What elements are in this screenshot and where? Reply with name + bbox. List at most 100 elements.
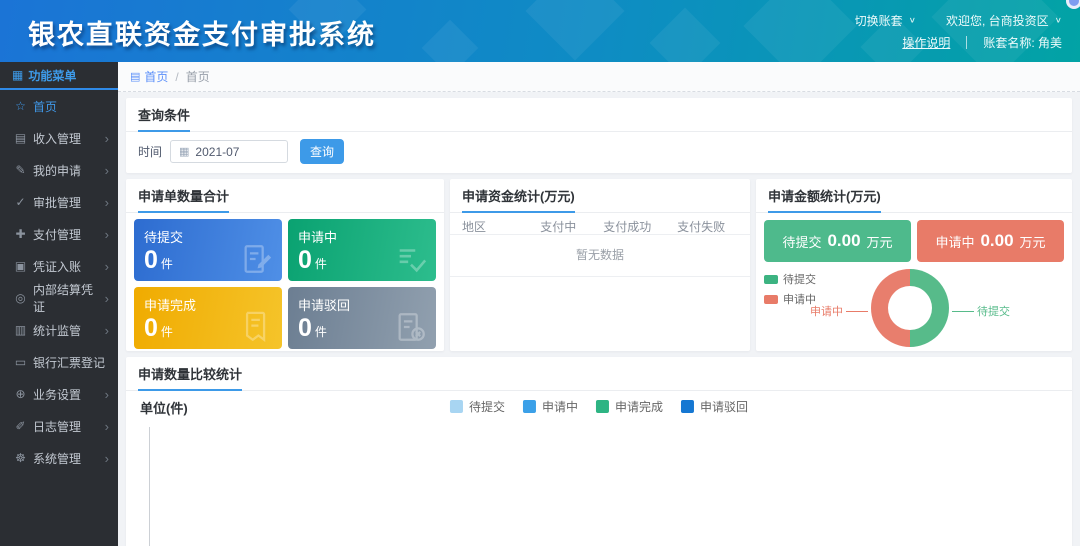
doc-reject-icon <box>394 310 428 344</box>
log-edit-icon: ✐ <box>13 419 28 433</box>
sidebar-item-income[interactable]: ▤ 收入管理 › <box>0 122 118 154</box>
compare-panel-title: 申请数量比较统计 <box>138 364 242 391</box>
payment-cross-icon: ✚ <box>13 227 28 241</box>
search-button[interactable]: 查询 <box>300 139 344 164</box>
chevron-right-icon: › <box>105 324 109 337</box>
chevron-right-icon: › <box>105 196 109 209</box>
column-header: 支付中 <box>526 218 590 235</box>
stat-card-applying: 申请中 0件 <box>288 219 436 281</box>
column-header: 地区 <box>462 218 526 235</box>
app-title: 银农直联资金支付审批系统 <box>28 13 376 52</box>
header-decor-shape <box>743 0 856 62</box>
legend-item-applying[interactable]: 申请中 <box>523 398 578 415</box>
notification-dot[interactable] <box>1066 0 1080 9</box>
legend-item-pending-submit[interactable]: 待提交 <box>450 398 505 415</box>
sidebar-item-voucher-entry[interactable]: ▣ 凭证入账 › <box>0 250 118 282</box>
income-doc-icon: ▤ <box>13 131 28 145</box>
list-check-icon <box>394 242 428 276</box>
label-line <box>846 311 868 312</box>
header-decor-shape <box>526 0 625 60</box>
funds-panel-title: 申请资金统计(万元) <box>462 186 575 213</box>
chevron-right-icon: › <box>105 132 109 145</box>
breadcrumb: ▤ 首页 / 首页 <box>118 62 1080 92</box>
chevron-right-icon: › <box>105 452 109 465</box>
sidebar-item-approval[interactable]: ✓ 审批管理 › <box>0 186 118 218</box>
home-star-icon: ☆ <box>13 99 28 113</box>
legend-swatch <box>523 400 536 413</box>
breadcrumb-separator: / <box>175 70 178 84</box>
sidebar-item-payment[interactable]: ✚ 支付管理 › <box>0 218 118 250</box>
stat-card-rejected: 申请驳回 0件 <box>288 287 436 349</box>
chevron-down-icon: ∨ <box>909 16 916 25</box>
funds-stats-panel: 申请资金统计(万元) 地区 支付中 支付成功 支付失败 暂无数据 <box>450 179 750 351</box>
sidebar: ▦ 功能菜单 ☆ 首页 ▤ 收入管理 › ✎ 我的申请 › ✓ 审批管理 › ✚… <box>0 62 118 546</box>
bar-chart-plot-area <box>149 427 1056 546</box>
internal-settlement-icon: ◎ <box>13 291 28 305</box>
sidebar-item-stats-supervision[interactable]: ▥ 统计监管 › <box>0 314 118 346</box>
donut-label-applying: 申请中 <box>810 303 868 319</box>
time-value: 2021-07 <box>195 145 239 159</box>
business-settings-icon: ⊕ <box>13 387 28 401</box>
empty-data-text: 暂无数据 <box>450 235 750 277</box>
chevron-down-icon: ∨ <box>1055 16 1062 25</box>
legend-swatch <box>596 400 609 413</box>
divider <box>966 36 967 49</box>
voucher-bag-icon: ▣ <box>13 259 28 273</box>
amount-panel-title: 申请金额统计(万元) <box>768 186 881 213</box>
legend-item-completed[interactable]: 申请完成 <box>596 398 663 415</box>
system-gear-icon: ☸ <box>13 451 28 465</box>
label-line <box>952 311 974 312</box>
menu-grid-icon: ▦ <box>12 68 23 82</box>
legend-swatch <box>450 400 463 413</box>
approval-check-icon: ✓ <box>13 195 28 209</box>
main-area: ▤ 首页 / 首页 查询条件 时间 ▦ 2021-07 查询 申请单数量合计 <box>118 62 1080 546</box>
time-label: 时间 <box>138 143 162 160</box>
welcome-user-dropdown[interactable]: 欢迎您, 台商投资区 <box>946 12 1049 29</box>
sidebar-item-home[interactable]: ☆ 首页 <box>0 90 118 122</box>
switch-account-dropdown[interactable]: 切换账套 <box>855 12 903 29</box>
header-decor-shape <box>650 8 721 62</box>
sidebar-item-business-settings[interactable]: ⊕ 业务设置 › <box>0 378 118 410</box>
sidebar-item-internal-settlement[interactable]: ◎ 内部结算凭证 › <box>0 282 118 314</box>
breadcrumb-current: 首页 <box>186 68 210 85</box>
column-header: 支付失败 <box>664 218 738 235</box>
donut-chart-area: 待提交 申请中 申请中 待提交 <box>756 267 1072 367</box>
app-header: 银农直联资金支付审批系统 切换账套 ∨ 欢迎您, 台商投资区 ∨ 操作说明 账套… <box>0 0 1080 62</box>
query-panel: 查询条件 时间 ▦ 2021-07 查询 <box>126 98 1072 173</box>
y-axis-unit-label: 单位(件) <box>140 398 188 417</box>
doc-edit-icon <box>240 242 274 276</box>
bank-draft-card-icon: ▭ <box>13 355 28 369</box>
amount-badge-pending: 待提交 0.00 万元 <box>764 220 911 262</box>
legend-item-rejected[interactable]: 申请驳回 <box>681 398 748 415</box>
chevron-right-icon: › <box>105 164 109 177</box>
amount-stats-panel: 申请金额统计(万元) 待提交 0.00 万元 申请中 0.00 万元 <box>756 179 1072 351</box>
amount-badge-applying: 申请中 0.00 万元 <box>917 220 1064 262</box>
help-link[interactable]: 操作说明 <box>902 34 950 51</box>
breadcrumb-home-link[interactable]: 首页 <box>144 68 168 85</box>
compare-chart-legend: 待提交 申请中 申请完成 申请驳回 <box>450 398 748 415</box>
count-panel-title: 申请单数量合计 <box>138 186 229 213</box>
query-panel-title: 查询条件 <box>138 105 190 132</box>
donut-legend-pending[interactable]: 待提交 <box>764 271 816 287</box>
chevron-right-icon: › <box>105 388 109 401</box>
donut-legend-applying[interactable]: 申请中 <box>764 291 816 307</box>
sidebar-item-log[interactable]: ✐ 日志管理 › <box>0 410 118 442</box>
stats-bars-icon: ▥ <box>13 323 28 337</box>
legend-swatch <box>764 295 778 304</box>
sidebar-item-bank-draft[interactable]: ▭ 银行汇票登记 <box>0 346 118 378</box>
legend-swatch <box>764 275 778 284</box>
account-name-label: 账套名称: 角美 <box>983 34 1062 51</box>
sidebar-item-system[interactable]: ☸ 系统管理 › <box>0 442 118 474</box>
time-picker-input[interactable]: ▦ 2021-07 <box>170 140 288 163</box>
sidebar-menu-header: ▦ 功能菜单 <box>0 62 118 90</box>
column-header: 支付成功 <box>590 218 664 235</box>
legend-swatch <box>681 400 694 413</box>
funds-table-header: 地区 支付中 支付成功 支付失败 <box>450 213 750 235</box>
donut-chart <box>871 269 949 347</box>
sidebar-item-my-apply[interactable]: ✎ 我的申请 › <box>0 154 118 186</box>
compare-chart-panel: 申请数量比较统计 单位(件) 待提交 申请中 申请完成 <box>126 357 1072 546</box>
stat-card-pending-submit: 待提交 0件 <box>134 219 282 281</box>
stat-card-completed: 申请完成 0件 <box>134 287 282 349</box>
chevron-right-icon: › <box>105 292 109 305</box>
calendar-icon: ▦ <box>179 145 189 158</box>
